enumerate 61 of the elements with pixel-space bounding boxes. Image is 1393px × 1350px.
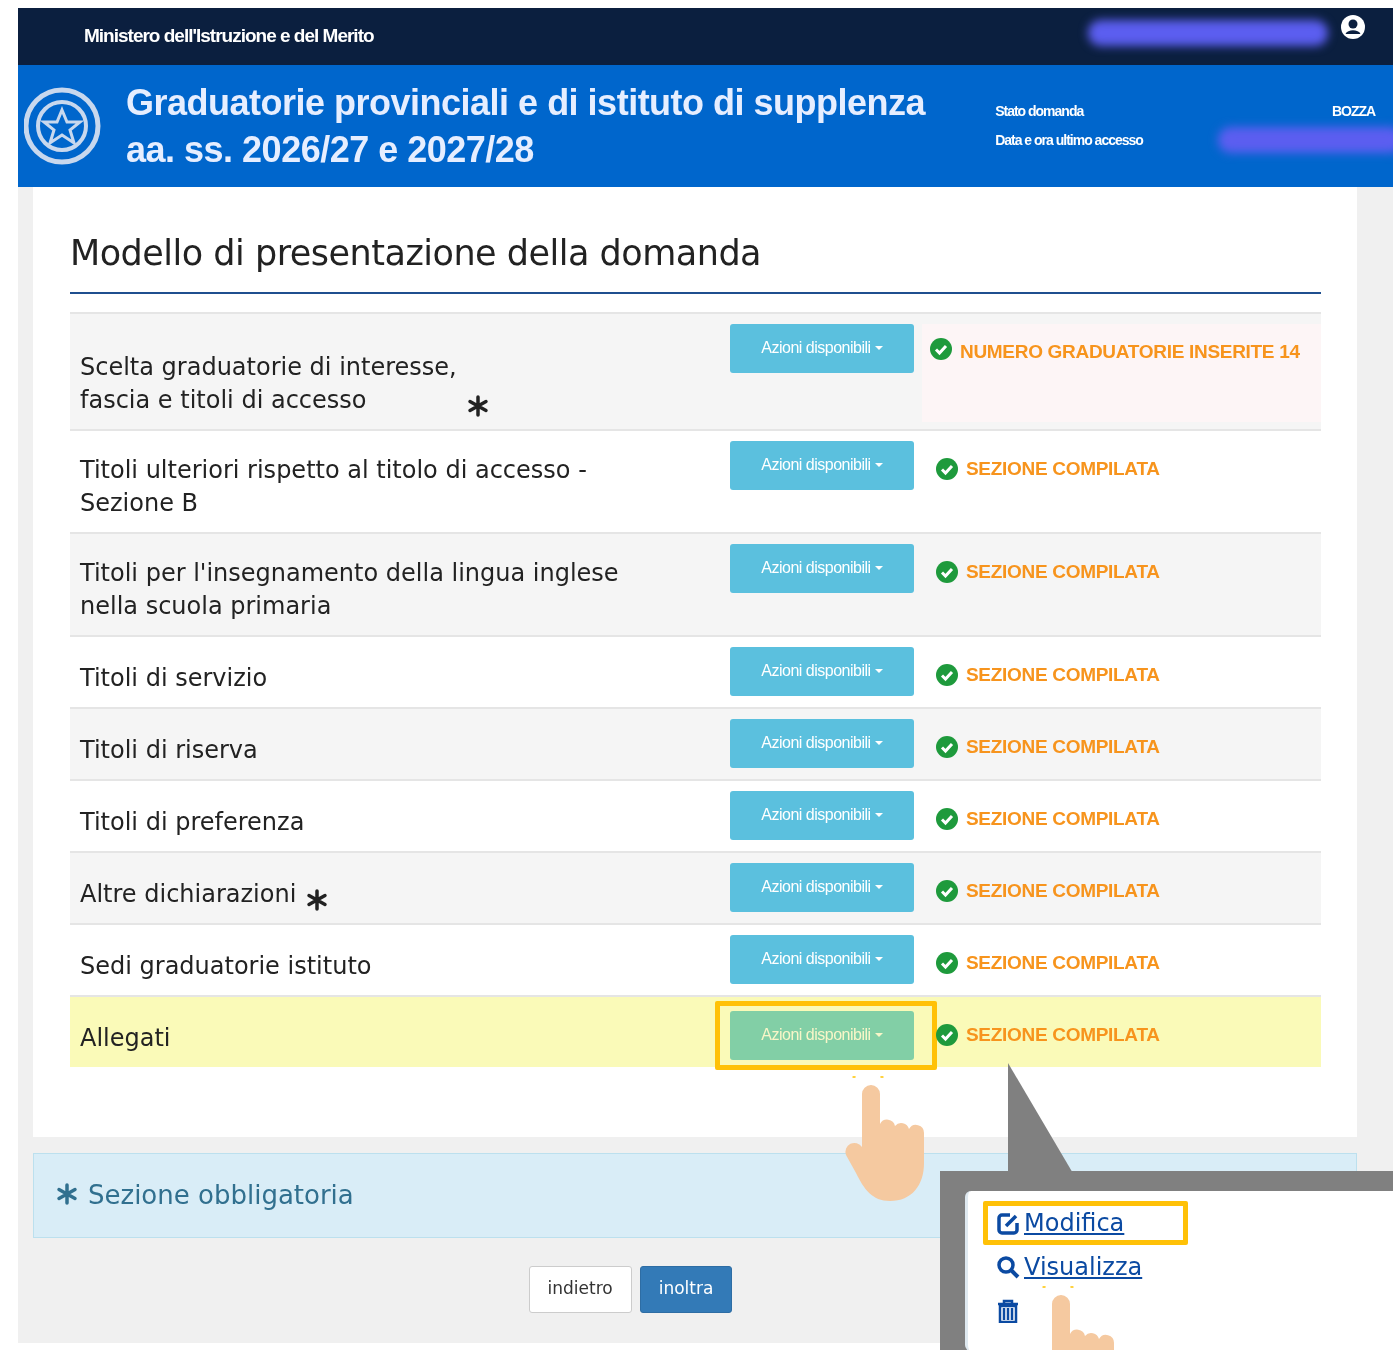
actions-dropdown-button[interactable]: Azioni disponibili	[730, 646, 914, 696]
section-label: Allegati	[80, 1022, 171, 1054]
actions-dropdown-button[interactable]: Azioni disponibili	[730, 1010, 914, 1060]
section-status: SEZIONE COMPILATA	[966, 806, 1160, 831]
check-circle-icon	[936, 735, 958, 758]
check-circle-icon	[936, 457, 958, 480]
section-status: SEZIONE COMPILATA	[966, 734, 1160, 759]
access-label: Data e ora ultimo accesso	[995, 131, 1143, 150]
section-label: Sedi graduatorie istituto	[80, 950, 372, 982]
caret-icon	[874, 566, 883, 570]
menu-item-link[interactable]: Visualizza	[988, 1245, 1151, 1289]
user-icon	[1341, 15, 1365, 39]
caret-icon	[874, 957, 883, 961]
section-title: Modello di presentazione della domanda	[70, 227, 1321, 294]
search-icon	[996, 1255, 1020, 1279]
section-label: Titoli di riserva	[80, 734, 258, 766]
section-label: Altre dichiarazioni	[80, 878, 297, 910]
check-circle-icon	[936, 663, 958, 686]
caret-icon	[874, 813, 883, 817]
actions-dropdown-button[interactable]: Azioni disponibili	[730, 323, 914, 373]
section-status: SEZIONE COMPILATA	[966, 950, 1160, 975]
section-label: Titoli per l'insegnamento della lingua inglese nella scuola primaria	[80, 557, 619, 622]
check-circle-icon	[936, 1023, 958, 1046]
section-label: Scelta graduatorie di interesse, fascia e titoli di accesso	[80, 351, 457, 416]
back-button[interactable]: indietro	[528, 1265, 632, 1313]
section-status: SEZIONE COMPILATA	[966, 662, 1160, 687]
forward-button[interactable]: inoltra	[639, 1265, 733, 1313]
section-label: Titoli di servizio	[80, 662, 268, 694]
caret-icon	[874, 669, 883, 673]
actions-dropdown-button[interactable]: Azioni disponibili	[730, 790, 914, 840]
check-circle-icon	[936, 560, 958, 583]
section-status: SEZIONE COMPILATA	[966, 1022, 1160, 1047]
legend-text: Sezione obbligatoria	[88, 1178, 354, 1212]
caret-icon	[874, 1033, 883, 1037]
section-label: Titoli ulteriori rispetto al titolo di accesso - Sezione B	[80, 454, 587, 519]
status-value: BOZZA	[1332, 102, 1376, 121]
trash-icon	[996, 1299, 1020, 1323]
section-status: SEZIONE COMPILATA	[966, 878, 1160, 903]
status-label: Stato domanda	[995, 102, 1085, 121]
caret-icon	[874, 346, 883, 350]
check-circle-icon	[936, 807, 958, 830]
section-status: SEZIONE COMPILATA	[966, 456, 1160, 481]
actions-dropdown-button[interactable]: Azioni disponibili	[730, 862, 914, 912]
caret-icon	[874, 741, 883, 745]
section-status: NUMERO GRADUATORIE INSERITE 14	[960, 339, 1300, 364]
check-circle-icon	[936, 951, 958, 974]
actions-dropdown-button[interactable]: Azioni disponibili	[730, 543, 914, 593]
check-circle-icon	[936, 879, 958, 902]
asterisk-icon	[56, 1183, 80, 1207]
edit-icon	[996, 1211, 1020, 1235]
section-label: Titoli di preferenza	[80, 806, 305, 838]
caret-icon	[874, 463, 883, 467]
section-status: SEZIONE COMPILATA	[966, 559, 1160, 584]
header-title: Graduatorie provinciali e di istituto di supplenza aa. ss. 2026/27 e 2027/28	[126, 81, 926, 172]
actions-dropdown-button[interactable]: Azioni disponibili	[730, 934, 914, 984]
ministry-name: Ministero dell'Istruzione e del Merito	[84, 24, 374, 49]
check-circle-icon	[930, 337, 952, 360]
actions-dropdown-button[interactable]: Azioni disponibili	[730, 718, 914, 768]
actions-dropdown-button[interactable]: Azioni disponibili	[730, 440, 914, 490]
menu-item-link[interactable]: Modifica	[983, 1201, 1188, 1245]
caret-icon	[874, 885, 883, 889]
